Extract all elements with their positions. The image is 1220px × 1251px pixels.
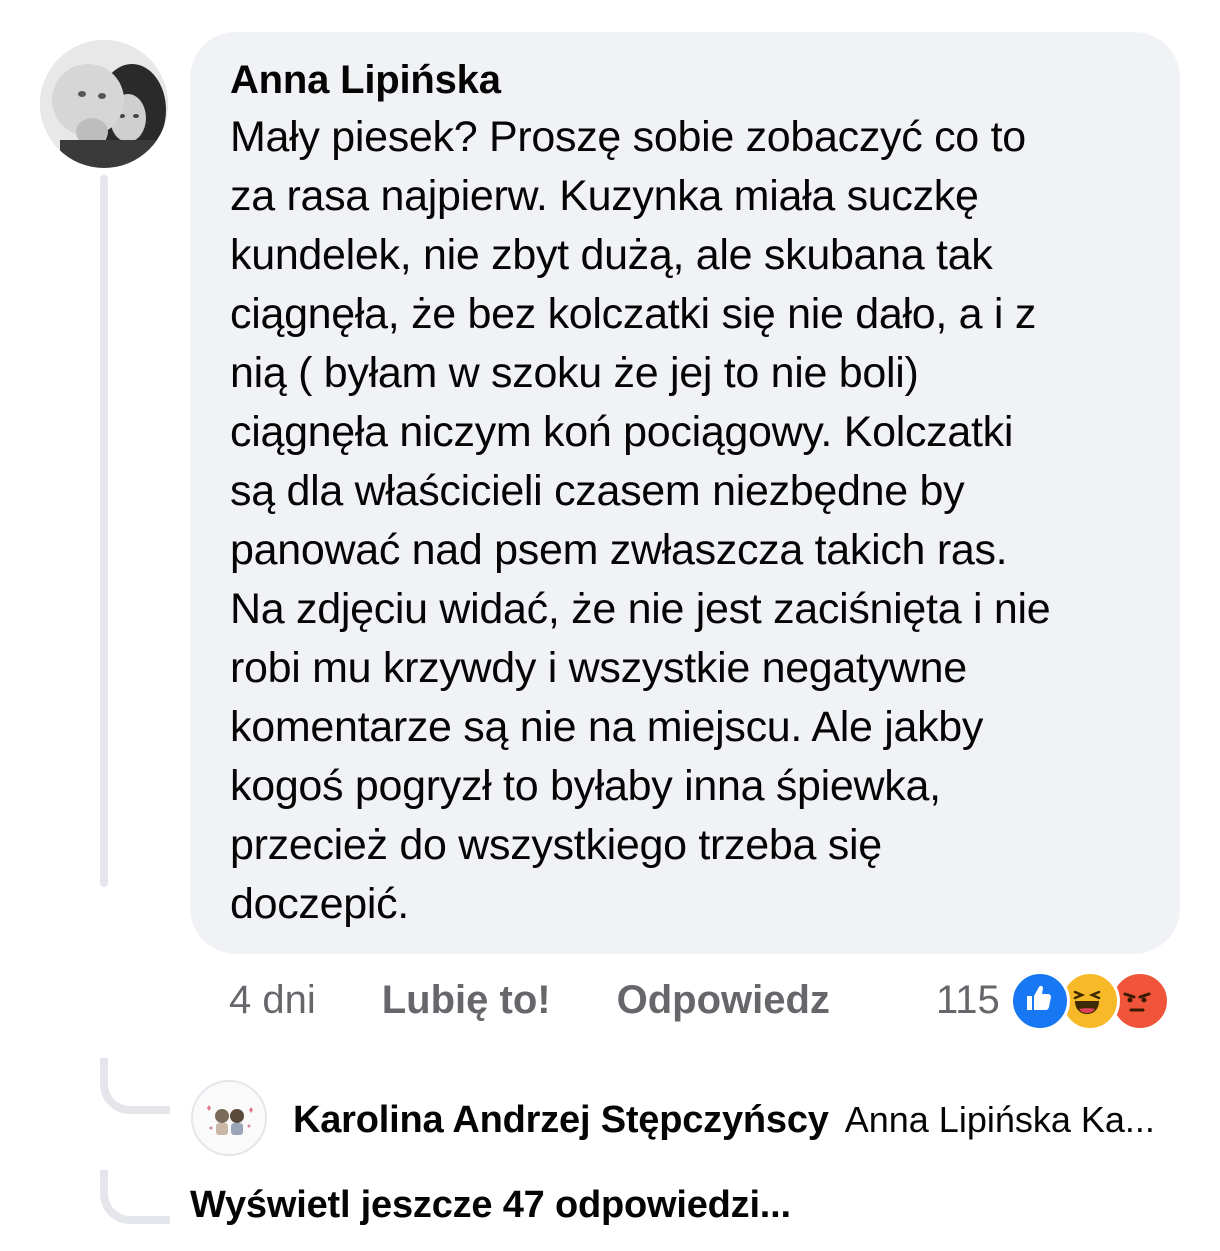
reply-preview-text: Anna Lipińska Ka... — [844, 1099, 1155, 1140]
comment-line: kogoś pogryzł to byłaby inna śpiewka, — [230, 762, 941, 810]
reply-button[interactable]: Odpowiedz — [617, 978, 830, 1023]
more-replies-thread-connector — [100, 1170, 170, 1224]
comment-line: panować nad psem zwłaszcza takich ras. — [230, 526, 1008, 574]
comment-line: Mały piesek? Proszę sobie zobaczyć co to — [230, 113, 1026, 161]
comment-line: nią ( byłam w szoku że jej to nie boli) — [230, 349, 919, 397]
like-button[interactable]: Lubię to! — [382, 978, 551, 1023]
reply-thread-connector — [100, 1058, 170, 1114]
comment-timestamp[interactable]: 4 dni — [229, 978, 316, 1023]
reply-avatar[interactable] — [191, 1080, 267, 1156]
view-more-replies-link[interactable]: Wyświetl jeszcze 47 odpowiedzi... — [190, 1184, 791, 1227]
profile-photo-icon — [40, 40, 168, 168]
comment-actions: 4 dni Lubię to! Odpowiedz — [229, 972, 830, 1028]
reactions-summary[interactable]: 115 — [936, 970, 1170, 1031]
comment-line: komentarze są nie na miejscu. Ale jakby — [230, 703, 984, 751]
comment-line: kundelek, nie zbyt dużą, ale skubana tak — [230, 231, 993, 279]
comment-text: Mały piesek? Proszę sobie zobaczyć co to… — [230, 108, 1140, 934]
comment-line: za rasa najpierw. Kuzynka miała suczkę — [230, 172, 979, 220]
reaction-count: 115 — [936, 977, 1000, 1022]
comment-line: doczepić. — [230, 880, 409, 928]
comment-line: robi mu krzywdy i wszystkie negatywne — [230, 644, 967, 692]
comment-line: ciągnęła, że bez kolczatki się nie dało,… — [230, 290, 1037, 338]
comment-line: przecież do wszystkiego trzeba się — [230, 821, 882, 869]
reply-author[interactable]: Karolina Andrzej Stępczyńscy — [293, 1099, 829, 1142]
reaction-icons — [1009, 971, 1170, 1031]
avatar[interactable] — [40, 40, 168, 168]
comment-author[interactable]: Anna Lipińska — [230, 54, 1140, 106]
comment-line: ciągnęła niczym koń pociągowy. Kolczatki — [230, 408, 1014, 456]
comment-line: Na zdjęciu widać, że nie jest zaciśnięta… — [230, 585, 1051, 633]
reply-preview-row[interactable]: Karolina Andrzej Stępczyńscy Anna Lipińs… — [293, 1094, 1155, 1146]
comment-bubble: Anna Lipińska Mały piesek? Proszę sobie … — [190, 32, 1180, 954]
like-icon — [1009, 971, 1070, 1031]
thread-line — [100, 175, 108, 887]
comment-line: są dla właścicieli czasem niezbędne by — [230, 467, 965, 515]
couple-illustration-icon — [207, 1105, 253, 1135]
